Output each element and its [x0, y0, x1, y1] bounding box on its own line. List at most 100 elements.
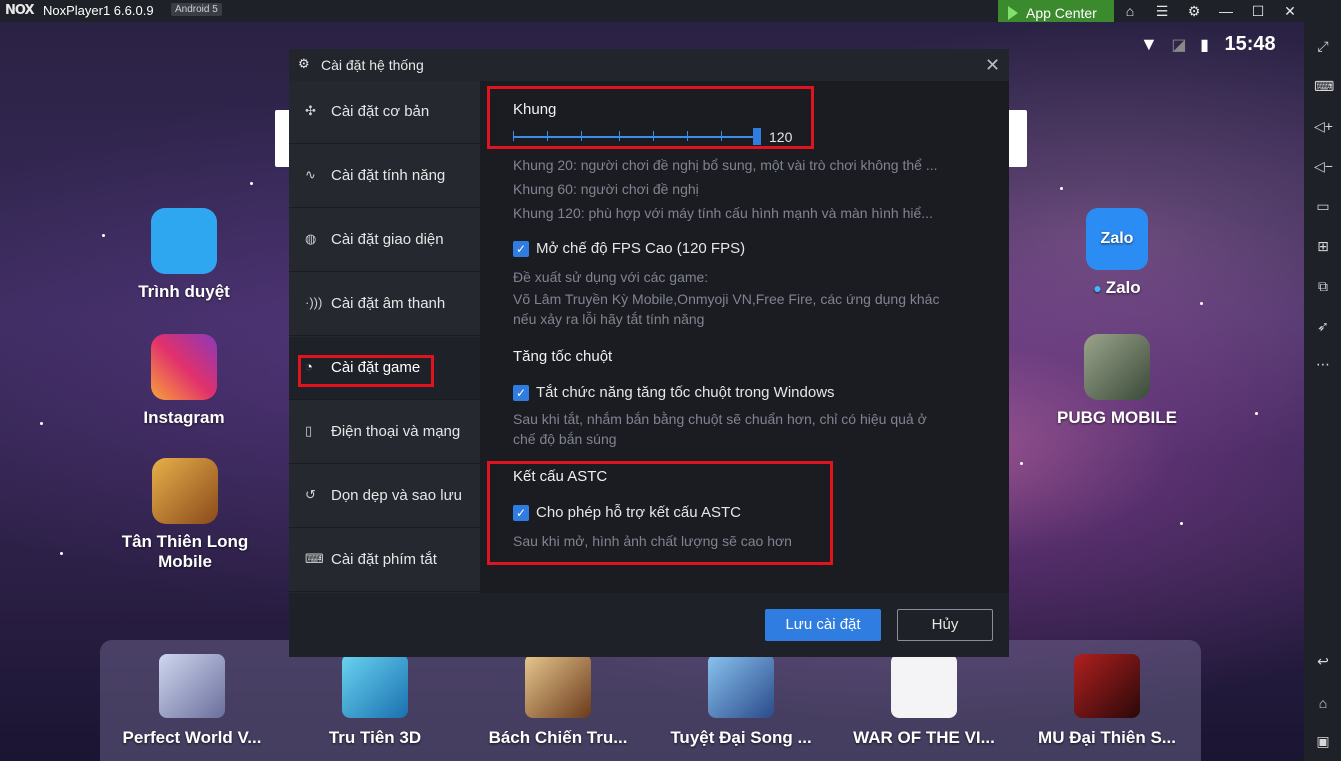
app-label: Trình duyệt [138, 282, 230, 301]
dock-app-tru-tien-3d[interactable]: Tru Tiên 3D [300, 654, 450, 748]
nav-label: Cài đặt tính năng [331, 167, 446, 184]
mu-dai-thien-su-icon [1074, 654, 1140, 718]
multi-instance-icon[interactable]: ⧉ [1314, 277, 1332, 295]
maximize-icon[interactable]: ☐ [1249, 2, 1267, 20]
browser-icon [151, 208, 217, 274]
dialog-footer: Lưu cài đặt Hủy [289, 593, 1009, 657]
home-button-icon[interactable]: ⌂ [1314, 694, 1332, 712]
volume-down-icon[interactable]: ◁− [1314, 157, 1333, 175]
nav-shortcut-settings[interactable]: ⌨ Cài đặt phím tắt [289, 529, 480, 592]
nav-label: Cài đặt phím tắt [331, 551, 437, 568]
nav-label: Cài đặt âm thanh [331, 295, 446, 312]
palette-icon: ◍ [305, 231, 317, 246]
dialog-header: ⚙ Cài đặt hệ thống ✕ [289, 49, 1009, 81]
volume-up-icon[interactable]: ◁+ [1314, 117, 1333, 135]
dock-app-label: Bách Chiến Tru... [488, 728, 628, 747]
highlight-astc-section [487, 461, 833, 565]
dock-app-bach-chien[interactable]: Bách Chiến Tru... [483, 654, 633, 748]
frame-hint-20: Khung 20: người chơi đề nghị bổ sung, mộ… [513, 157, 938, 173]
fps-hint-1: Đề xuất sử dụng với các game: [513, 269, 709, 285]
app-label: Instagram [143, 408, 225, 427]
bach-chien-icon [525, 654, 591, 718]
mouse-accel-label: Tắt chức năng tăng tốc chuột trong Windo… [536, 384, 835, 401]
pulse-icon: ∿ [305, 167, 316, 182]
app-label: Tân Thiên Long Mobile [121, 532, 249, 571]
menu-icon[interactable]: ☰ [1153, 2, 1171, 20]
nav-phone-network[interactable]: ▯ Điện thoại và mạng [289, 401, 480, 464]
clock: 15:48 [1224, 33, 1276, 55]
mouse-accel-checkbox[interactable]: ✓ [513, 385, 529, 401]
settings-nav: ✣ Cài đặt cơ bản ∿ Cài đặt tính năng ◍ C… [289, 81, 480, 593]
app-browser[interactable]: Trình duyệt [120, 208, 248, 302]
app-instagram[interactable]: Instagram [120, 334, 248, 428]
back-icon[interactable]: ↩ [1314, 652, 1332, 670]
highlight-frame-section [487, 86, 814, 149]
nav-cleanup-backup[interactable]: ↺ Dọn dẹp và sao lưu [289, 465, 480, 528]
title-bar: NOX NoxPlayer1 6.6.0.9 Android 5 [0, 0, 1341, 22]
history-icon: ↺ [305, 487, 316, 502]
close-icon[interactable]: ✕ [1281, 2, 1299, 20]
app-label: PUBG MOBILE [1057, 408, 1177, 427]
mouse-hint-2: chế độ bắn súng [513, 431, 617, 447]
recent-apps-icon[interactable]: ▣ [1314, 732, 1332, 750]
fps-checkbox[interactable]: ✓ [513, 241, 529, 257]
window-title: NoxPlayer1 6.6.0.9 [43, 3, 154, 18]
save-settings-button[interactable]: Lưu cài đặt [765, 609, 881, 641]
perfect-world-icon [159, 654, 225, 718]
dock-app-label: Tuyệt Đại Song ... [670, 728, 812, 747]
app-zalo[interactable]: Zalo ● Zalo [1053, 208, 1181, 298]
sound-icon: ·))) [305, 295, 323, 310]
add-apk-icon[interactable]: ⊞ [1314, 237, 1332, 255]
keyboard-shortcut-icon: ⌨ [305, 551, 324, 566]
zalo-icon: Zalo [1086, 208, 1148, 270]
more-icon[interactable]: ⋯ [1314, 355, 1332, 373]
android-version-badge: Android 5 [171, 3, 222, 16]
app-tan-thien-long[interactable]: Tân Thiên Long Mobile [95, 458, 275, 572]
mouse-heading: Tăng tốc chuột [513, 348, 613, 365]
keyboard-icon[interactable]: ⌨ [1314, 77, 1334, 95]
battery-icon: ▮ [1200, 37, 1209, 54]
gear-icon[interactable]: ⚙ [1185, 2, 1203, 20]
app-pubg-mobile[interactable]: PUBG MOBILE [1040, 334, 1194, 428]
phone-icon: ▯ [305, 423, 313, 438]
android-status-bar: ▼ ◪ ▮ 15:48 [1140, 33, 1276, 56]
dock-app-war-of-the-visions[interactable]: WAR OF THE VI... [849, 654, 999, 748]
dock-app-label: Perfect World V... [122, 728, 262, 747]
wifi-icon: ▼ [1140, 34, 1158, 54]
play-store-icon [1008, 5, 1018, 20]
no-sim-icon: ◪ [1171, 37, 1187, 54]
dock-app-perfect-world[interactable]: Perfect World V... [117, 654, 267, 748]
rocket-icon[interactable]: ➶ [1314, 317, 1332, 335]
pubg-icon [1084, 334, 1150, 400]
nav-sound-settings[interactable]: ·))) Cài đặt âm thanh [289, 273, 480, 336]
nav-basic-settings[interactable]: ✣ Cài đặt cơ bản [289, 81, 480, 144]
fps-hint-2: Võ Lâm Truyền Kỳ Mobile,Onmyoji VN,Free … [513, 291, 940, 307]
dock-app-label: WAR OF THE VI... [853, 728, 995, 747]
nav-label: Dọn dẹp và sao lưu [331, 487, 462, 504]
nav-label: Cài đặt giao diện [331, 231, 444, 248]
dock-app-label: Tru Tiên 3D [328, 728, 422, 747]
nav-interface-settings[interactable]: ◍ Cài đặt giao diện [289, 209, 480, 272]
puzzle-icon: ✣ [305, 103, 316, 118]
tru-tien-icon [342, 654, 408, 718]
settings-gear-icon: ⚙ [298, 56, 310, 71]
app-label: ● Zalo [1093, 278, 1141, 297]
home-icon[interactable]: ⌂ [1121, 2, 1139, 20]
nox-logo: NOX [5, 3, 34, 18]
instagram-icon [151, 334, 217, 400]
dock-app-mu-dai-thien-su[interactable]: MU Đại Thiên S... [1032, 654, 1182, 748]
dock-app-tuyet-dai-song[interactable]: Tuyệt Đại Song ... [666, 654, 816, 748]
fps-hint-3: nếu xảy ra lỗi hãy tắt tính năng [513, 311, 705, 327]
dialog-title: Cài đặt hệ thống [321, 57, 424, 73]
nav-label: Điện thoại và mạng [331, 423, 461, 440]
frame-hint-60: Khung 60: người chơi đề nghị [513, 181, 699, 197]
fullscreen-icon[interactable]: ⤢ [1314, 37, 1332, 55]
nav-feature-settings[interactable]: ∿ Cài đặt tính năng [289, 145, 480, 208]
cancel-button[interactable]: Hủy [897, 609, 993, 641]
minimize-icon[interactable]: — [1217, 2, 1235, 20]
app-dock: Perfect World V... Tru Tiên 3D Bách Chiế… [100, 640, 1201, 761]
tuyet-dai-song-icon [708, 654, 774, 718]
dialog-close-icon[interactable]: ✕ [985, 55, 1000, 76]
nav-label: Cài đặt cơ bản [331, 103, 430, 120]
screen-icon[interactable]: ▭ [1314, 197, 1332, 215]
